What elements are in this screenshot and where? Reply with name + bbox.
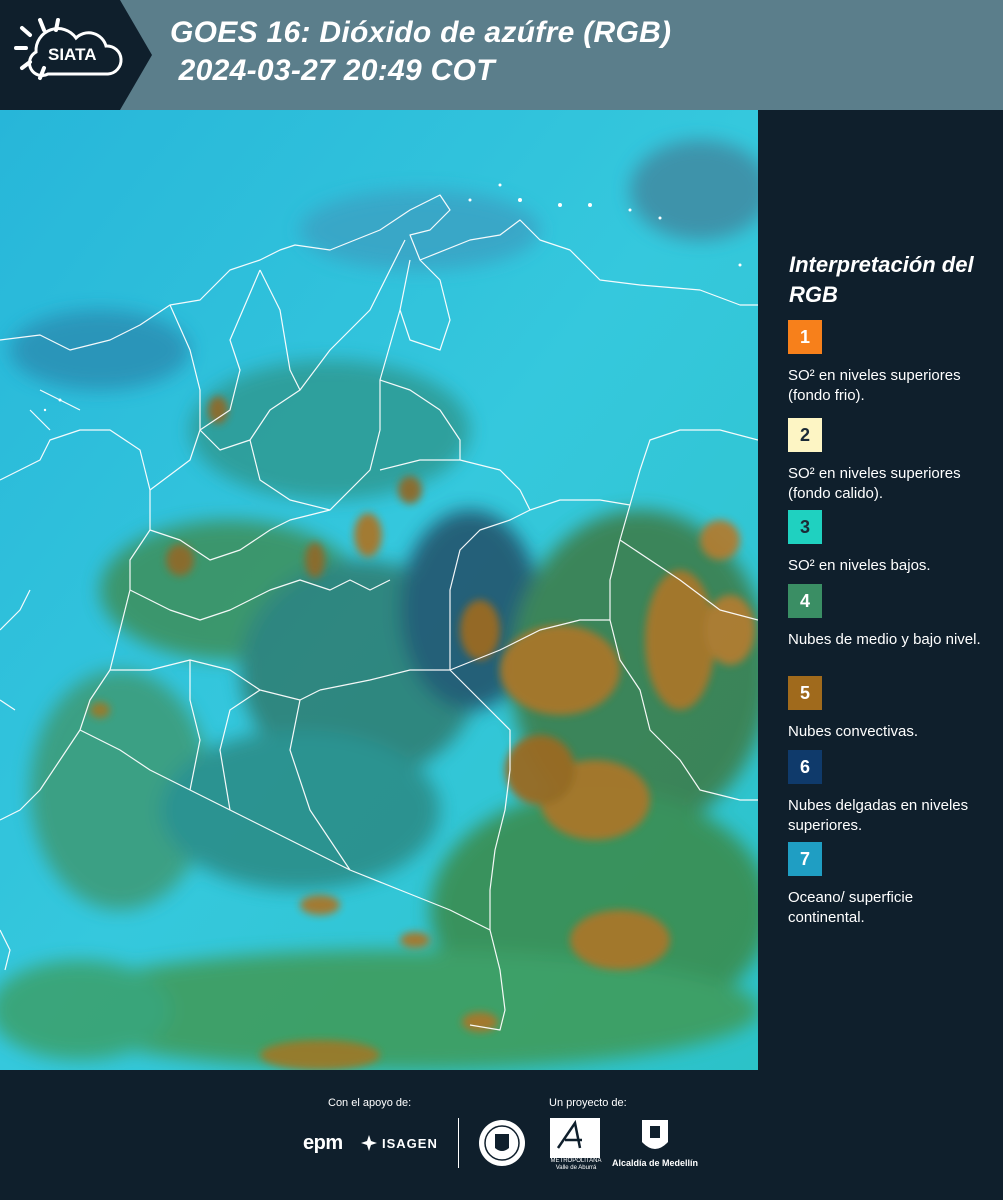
legend-item-5: 5 Nubes convectivas.	[788, 676, 988, 742]
legend-number-1: 1	[799, 326, 810, 347]
legend-number-2: 2	[799, 424, 810, 445]
siata-logo: SIATA	[0, 0, 152, 110]
legend-label-2: SO² en niveles superiores (fondo calido)…	[788, 465, 961, 502]
header-bar: SIATA GOES 16: Dióxido de azúfre (RGB) 2…	[0, 0, 1003, 110]
epm-logo: epm	[303, 1132, 343, 1154]
title-line-2: 2024-03-27 20:49 COT	[170, 54, 495, 87]
alcaldia-shield-icon	[642, 1120, 668, 1149]
satellite-map[interactable]	[0, 110, 758, 1070]
legend-item-7: 7 Oceano/ superficie continental.	[788, 842, 988, 928]
legend-swatch-5: 5	[788, 676, 822, 710]
legend-swatch-1: 1	[788, 320, 822, 354]
footer-divider	[458, 1118, 459, 1168]
legend-title: Interpretación del RGB	[789, 252, 974, 307]
legend-number-6: 6	[799, 756, 810, 777]
area-metropolitana-icon	[550, 1118, 600, 1158]
legend-label-3: SO² en niveles bajos.	[788, 557, 931, 574]
legend-swatch-2: 2	[788, 418, 822, 452]
isagen-text: ISAGEN	[382, 1135, 438, 1151]
legend-item-1: 1 SO² en niveles superiores (fondo frio)…	[788, 320, 988, 406]
isagen-icon	[361, 1135, 377, 1151]
page-title: GOES 16: Dióxido de azúfre (RGB) 2024-03…	[170, 14, 671, 90]
legend-number-7: 7	[799, 848, 810, 869]
satellite-rgb-map	[0, 110, 758, 1070]
alcaldia-text: Alcaldía de Medellín	[612, 1158, 699, 1168]
legend-number-3: 3	[799, 516, 810, 537]
medellin-seal-icon	[479, 1120, 525, 1166]
footer-sponsors: Con el apoyo de: Un proyecto de: epm ISA…	[0, 1070, 1003, 1200]
project-label: Un proyecto de:	[549, 1097, 627, 1109]
legend-swatch-6: 6	[788, 750, 822, 784]
legend-number-4: 4	[799, 590, 810, 611]
legend-label-4: Nubes de medio y bajo nivel.	[788, 631, 981, 648]
legend-swatch-7: 7	[788, 842, 822, 876]
legend-label-7: Oceano/ superficie continental.	[788, 889, 914, 926]
legend-swatch-4: 4	[788, 584, 822, 618]
legend-item-2: 2 SO² en niveles superiores (fondo calid…	[788, 418, 988, 504]
legend-number-5: 5	[799, 682, 810, 703]
support-label: Con el apoyo de:	[328, 1097, 412, 1109]
legend-label-5: Nubes convectivas.	[788, 723, 919, 740]
isagen-logo: ISAGEN	[360, 1134, 438, 1152]
legend-swatch-3: 3	[788, 510, 822, 544]
legend-label-6: Nubes delgadas en niveles superiores.	[788, 797, 969, 834]
area-metropolitana-text: METROPOLITANA Valle de Aburrá	[550, 1158, 602, 1171]
legend-panel: Interpretación del RGB 1 SO² en niveles …	[758, 110, 1003, 1070]
legend-item-3: 3 SO² en niveles bajos.	[788, 510, 988, 576]
title-line-1: GOES 16: Dióxido de azúfre (RGB)	[170, 16, 672, 49]
siata-logo-text: SIATA	[48, 45, 97, 64]
legend-item-4: 4 Nubes de medio y bajo nivel.	[788, 584, 988, 650]
legend-label-1: SO² en niveles superiores (fondo frio).	[788, 367, 961, 404]
legend-item-6: 6 Nubes delgadas en niveles superiores.	[788, 750, 988, 836]
